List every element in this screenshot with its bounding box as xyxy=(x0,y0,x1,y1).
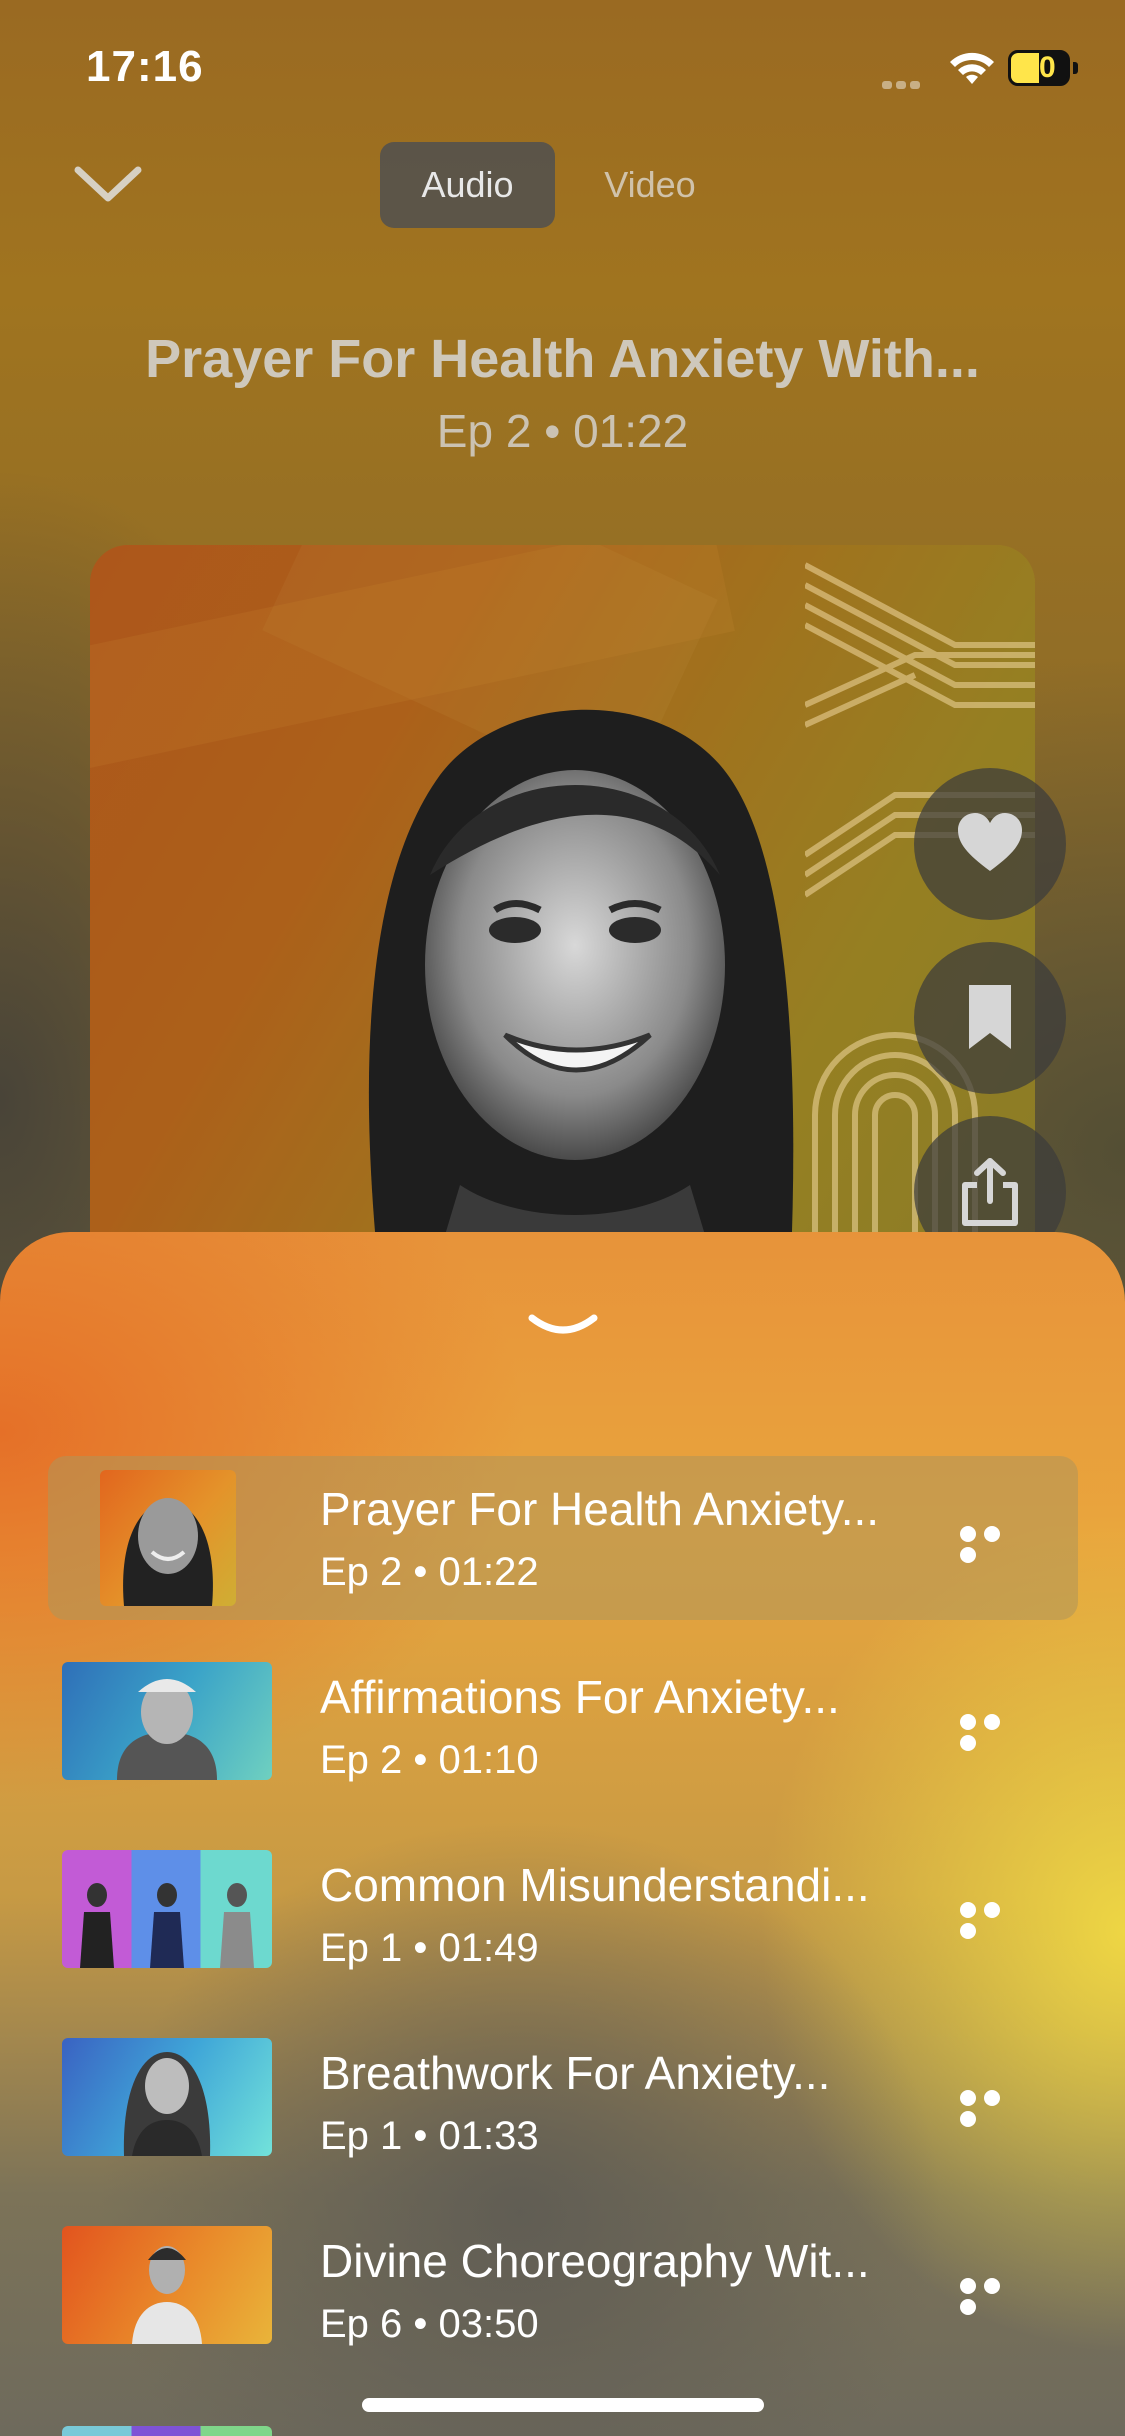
status-bar: 17:16 50 xyxy=(0,0,1125,140)
episode-meta: Ep 1 • 01:49 xyxy=(320,1926,539,1970)
episode-subtitle: Ep 2 • 01:22 xyxy=(436,405,689,457)
episode-title: Breathwork For Anxiety... xyxy=(320,2047,831,2099)
episode-title: Affirmations For Anxiety... xyxy=(320,1671,840,1723)
episode-thumbnail xyxy=(100,1470,236,1606)
episode-thumbnail xyxy=(62,2226,272,2344)
episode-meta: Ep 1 • 01:33 xyxy=(320,2114,539,2158)
host-portrait xyxy=(368,709,794,1265)
wifi-icon xyxy=(950,52,994,84)
episode-thumbnail xyxy=(62,2038,272,2156)
more-options-icon[interactable] xyxy=(960,2278,1030,2315)
status-time: 17:16 xyxy=(86,42,204,91)
list-item[interactable]: Divine Choreography Wit... Ep 6 • 03:50 xyxy=(48,2208,1078,2372)
media-type-toggle: Audio Video xyxy=(380,142,742,232)
chevron-down-icon[interactable] xyxy=(72,160,144,210)
like-button[interactable] xyxy=(914,768,1066,920)
episode-meta: Ep 2 • 01:22 xyxy=(320,1550,539,1594)
more-options-icon[interactable] xyxy=(960,1902,1030,1939)
episode-title: Prayer For Health Anxiety With... xyxy=(145,329,980,389)
battery-level: 50 xyxy=(1022,51,1056,84)
episode-artwork xyxy=(90,545,1035,1265)
list-item[interactable]: Breathwork For Anxiety... Ep 1 • 01:33 xyxy=(48,2020,1078,2184)
more-options-icon[interactable] xyxy=(960,1526,1030,1563)
heart-icon xyxy=(958,813,1022,871)
episode-title: Common Misunderstandi... xyxy=(320,1859,870,1911)
episode-title: Prayer For Health Anxiety... xyxy=(320,1483,880,1535)
sheet-collapse-handle[interactable] xyxy=(528,1312,598,1340)
episode-thumbnail xyxy=(62,1850,272,1968)
list-item[interactable]: Common Misunderstandi... Ep 1 • 01:49 xyxy=(48,1832,1078,1996)
list-item[interactable]: Affirmations For Anxiety... Ep 2 • 01:10 xyxy=(48,1644,1078,1808)
bookmark-button[interactable] xyxy=(914,942,1066,1094)
episode-title: Divine Choreography Wit... xyxy=(320,2235,870,2287)
home-indicator xyxy=(362,2398,764,2412)
more-options-icon[interactable] xyxy=(960,2090,1030,2127)
episode-thumbnail xyxy=(62,2426,272,2436)
bookmark-icon xyxy=(969,985,1011,1049)
more-options-icon[interactable] xyxy=(960,1714,1030,1751)
episode-meta: Ep 2 • 01:10 xyxy=(320,1738,539,1782)
list-item[interactable]: Prayer For Health Anxiety... Ep 2 • 01:2… xyxy=(48,1456,1078,1620)
episode-meta: Ep 6 • 03:50 xyxy=(320,2302,539,2346)
up-next-sheet: Prayer For Health Anxiety... Ep 2 • 01:2… xyxy=(0,1232,1125,2436)
episode-thumbnail xyxy=(62,1662,272,1780)
battery-icon: 50 xyxy=(1008,50,1070,86)
share-icon xyxy=(962,1158,1018,1226)
tab-video[interactable]: Video xyxy=(565,142,735,228)
cellular-signal-icon xyxy=(882,76,934,89)
tab-audio[interactable]: Audio xyxy=(380,142,555,228)
